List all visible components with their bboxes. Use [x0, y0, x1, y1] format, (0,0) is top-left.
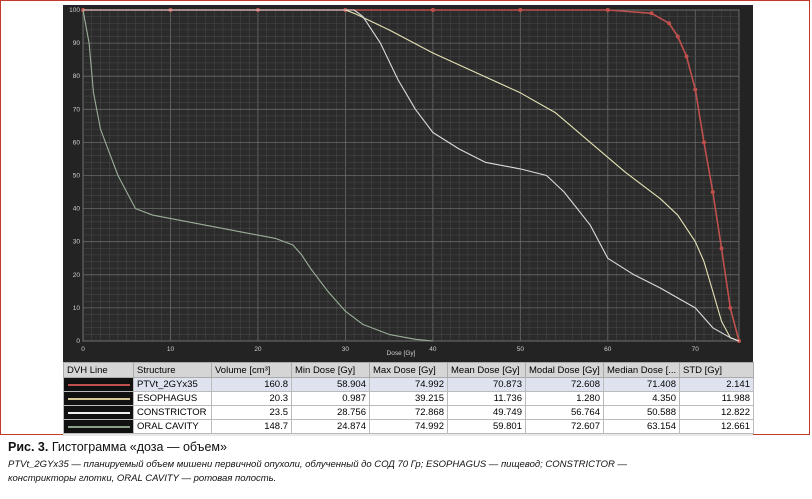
table-row[interactable]: ORAL CAVITY 148.7 24.874 74.992 59.801 72.607…	[63, 419, 754, 434]
table-cell-modal: 1.280	[525, 391, 604, 406]
col-header-median-dose[interactable]: Median Dose [...	[603, 362, 680, 378]
caption-title-text: Гистограмма «доза — объем»	[51, 440, 227, 454]
table-header-row: DVH Line Structure Volume [cm³] Min Dose…	[63, 362, 754, 378]
caption-title: Рис. 3. Гистограмма «доза — объем»	[8, 440, 804, 454]
y-tick-label: 90	[73, 40, 81, 47]
table-cell-min: 58.904	[291, 377, 370, 392]
table-cell-std: 2.141	[679, 377, 754, 392]
table-cell-modal: 72.608	[525, 377, 604, 392]
table-cell-max: 39.215	[369, 391, 448, 406]
table-cell-median: 4.350	[603, 391, 680, 406]
table-cell-volume: 160.8	[211, 377, 292, 392]
chart-grid	[82, 9, 740, 342]
x-tick-label: 70	[692, 346, 700, 353]
y-tick-label: 10	[73, 305, 81, 312]
series-marker-0	[702, 140, 707, 145]
y-tick-label: 80	[73, 73, 81, 80]
table-cell-min: 24.874	[291, 419, 370, 434]
table-cell-max: 74.992	[369, 377, 448, 392]
dvh-chart: 0 10 20 30 40 50 60 70 0 10 20 30 40 50 60 70 80 90 100 Do…	[69, 7, 741, 357]
series-marker-0	[684, 54, 689, 59]
table-cell-std: 12.661	[679, 419, 754, 434]
table-cell-max: 72.868	[369, 405, 448, 420]
series-marker-0	[719, 246, 724, 251]
series-marker-0	[675, 34, 680, 39]
col-header-mean-dose[interactable]: Mean Dose [Gy]	[447, 362, 526, 378]
y-tick-label: 60	[73, 139, 81, 146]
caption-figure-label: Рис. 3.	[8, 440, 49, 454]
col-header-modal-dose[interactable]: Modal Dose [Gy]	[525, 362, 604, 378]
x-tick-label: 10	[167, 346, 175, 353]
dvh-line-swatch	[68, 425, 130, 428]
col-header-max-dose[interactable]: Max Dose [Gy]	[369, 362, 448, 378]
series-marker-0	[649, 11, 654, 16]
caption-line-1: PTVt_2GYx35 — планируемый объем мишени п…	[8, 459, 628, 470]
series-marker-0	[605, 8, 610, 12]
dvh-line-swatch	[68, 411, 130, 414]
table-cell-mean: 49.749	[447, 405, 526, 420]
figure-caption: Рис. 3. Гистограмма «доза — объем» PTVt_…	[8, 440, 804, 486]
dvh-line-swatch-cell	[63, 405, 134, 420]
figure-frame: 0 10 20 30 40 50 60 70 0 10 20 30 40 50 60 70 80 90 100 Do…	[0, 0, 810, 436]
dvh-line-swatch-cell	[63, 419, 134, 434]
table-cell-std: 11.988	[679, 391, 754, 406]
x-axis-label: Dose [Gy]	[387, 350, 416, 357]
table-cell-median: 50.588	[603, 405, 680, 420]
table-row[interactable]: ESOPHAGUS 20.3 0.987 39.215 11.736 1.280 4.350…	[63, 391, 754, 406]
table-cell-volume: 20.3	[211, 391, 292, 406]
series-marker-0	[667, 21, 672, 26]
dvh-statistics-table: DVH Line Structure Volume [cm³] Min Dose…	[63, 362, 754, 434]
table-cell-std: 12.822	[679, 405, 754, 420]
table-cell-median: 71.408	[603, 377, 680, 392]
series-marker-0	[710, 190, 715, 195]
table-cell-modal: 56.764	[525, 405, 604, 420]
x-tick-label: 0	[81, 346, 85, 353]
col-header-volume[interactable]: Volume [cm³]	[211, 362, 292, 378]
y-tick-label: 70	[73, 106, 81, 113]
table-row[interactable]: CONSTRICTOR 23.5 28.756 72.868 49.749 56.764 5…	[63, 405, 754, 420]
y-tick-label: 0	[76, 338, 80, 345]
table-cell-modal: 72.607	[525, 419, 604, 434]
table-cell-volume: 148.7	[211, 419, 292, 434]
caption-description: PTVt_2GYx35 — планируемый объем мишени п…	[8, 458, 804, 486]
x-tick-label: 30	[342, 346, 350, 353]
x-tick-label: 50	[517, 346, 525, 353]
series-marker-0	[430, 8, 435, 12]
table-cell-structure: ORAL CAVITY	[133, 419, 212, 434]
table-cell-volume: 23.5	[211, 405, 292, 420]
caption-line-2: констрикторы глотки, ORAL CAVITY — ротов…	[8, 473, 277, 484]
table-cell-min: 28.756	[291, 405, 370, 420]
col-header-dvh-line[interactable]: DVH Line	[63, 362, 134, 378]
series-marker-0	[693, 87, 698, 92]
y-tick-label: 20	[73, 272, 81, 279]
x-tick-label: 60	[604, 346, 612, 353]
table-cell-min: 0.987	[291, 391, 370, 406]
table-cell-structure: CONSTRICTOR	[133, 405, 212, 420]
y-tick-label: 30	[73, 239, 81, 246]
x-tick-label: 20	[254, 346, 262, 353]
y-tick-label: 100	[69, 7, 80, 14]
dvh-line-swatch	[68, 383, 130, 386]
dvh-line-swatch-cell	[63, 377, 134, 392]
col-header-min-dose[interactable]: Min Dose [Gy]	[291, 362, 370, 378]
dvh-statistics-table-panel: DVH Line Structure Volume [cm³] Min Dose…	[63, 362, 754, 436]
table-cell-max: 74.992	[369, 419, 448, 434]
dvh-line-swatch	[68, 397, 130, 400]
table-cell-structure: ESOPHAGUS	[133, 391, 212, 406]
x-tick-label: 40	[429, 346, 437, 353]
table-cell-median: 63.154	[603, 419, 680, 434]
y-tick-label: 50	[73, 173, 81, 180]
table-row[interactable]: PTVt_2GYx35 160.8 58.904 74.992 70.873 72.608…	[63, 377, 754, 392]
dvh-line-swatch-cell	[63, 391, 134, 406]
y-tick-label: 40	[73, 206, 81, 213]
col-header-std[interactable]: STD [Gy]	[679, 362, 754, 378]
table-cell-mean: 11.736	[447, 391, 526, 406]
table-cell-structure: PTVt_2GYx35	[133, 377, 212, 392]
dvh-plot-panel: 0 10 20 30 40 50 60 70 0 10 20 30 40 50 60 70 80 90 100 Do…	[63, 5, 753, 362]
table-cell-mean: 70.873	[447, 377, 526, 392]
series-marker-0	[518, 8, 523, 12]
table-cell-mean: 59.801	[447, 419, 526, 434]
col-header-structure[interactable]: Structure	[133, 362, 212, 378]
series-marker-0	[728, 305, 733, 310]
